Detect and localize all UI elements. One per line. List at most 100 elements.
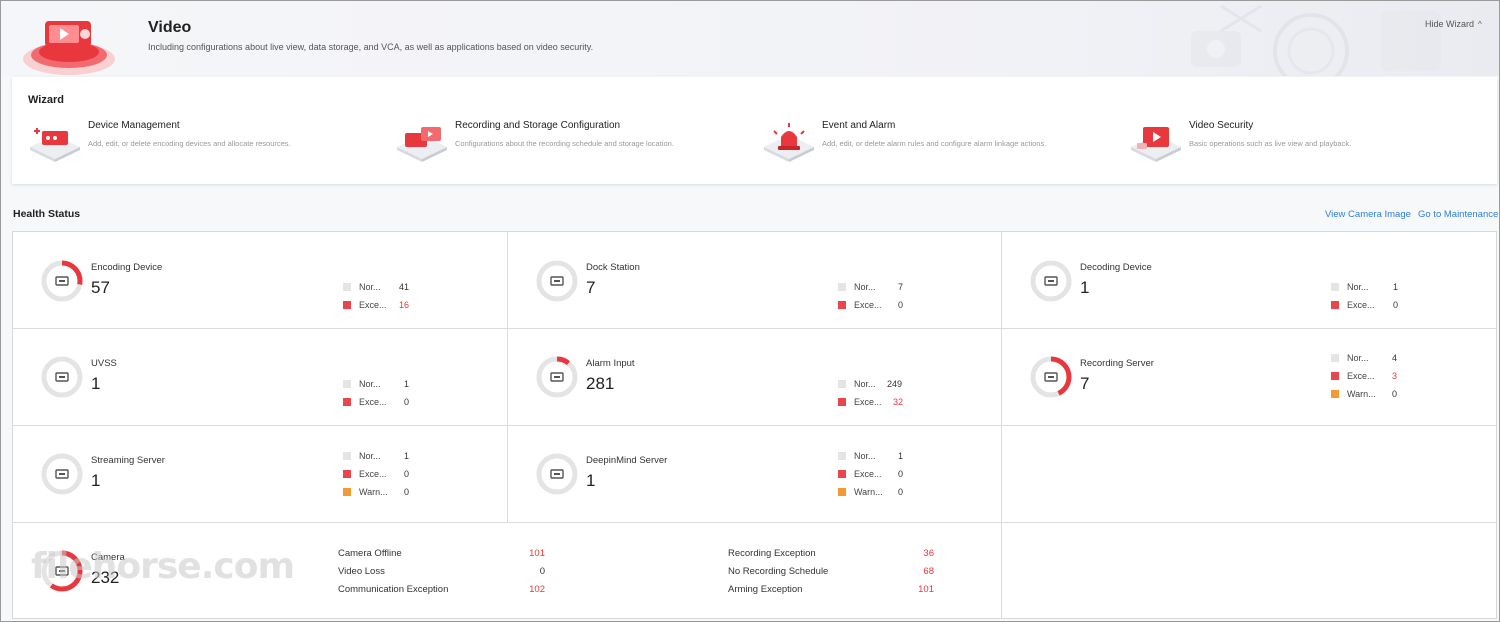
normal-swatch xyxy=(838,283,846,291)
normal-value: 249 xyxy=(887,379,903,389)
health-cell-uvss[interactable]: UVSS 1 Nor... 1 Exce... 0 xyxy=(13,329,508,426)
exception-swatch xyxy=(1331,301,1339,309)
chevron-up-icon: ^ xyxy=(1478,20,1482,29)
exception-value: 0 xyxy=(898,469,904,479)
exception-value: 16 xyxy=(399,300,410,310)
exception-swatch xyxy=(343,470,351,478)
arming-exception-value[interactable]: 101 xyxy=(894,584,934,595)
exception-swatch xyxy=(838,398,846,406)
health-cell-streaming-server[interactable]: Streaming Server 1 Nor... 1 Exce... 0 Wa… xyxy=(13,426,508,523)
legend-exception: Exce... xyxy=(343,397,387,407)
health-cell-recording-server[interactable]: Recording Server 7 Nor... 4 Exce... 3 Wa… xyxy=(1002,329,1496,426)
page-title: Video xyxy=(148,19,192,36)
wizard-title: Wizard xyxy=(28,94,64,106)
go-to-maintenance-link[interactable]: Go to Maintenance xyxy=(1418,209,1498,220)
wizard-item-desc: Add, edit, or delete encoding devices an… xyxy=(88,139,291,148)
header-decoration xyxy=(1191,4,1441,76)
legend-exception-label: Exce... xyxy=(854,300,882,310)
exception-swatch xyxy=(343,398,351,406)
health-status-title: Health Status xyxy=(13,208,81,220)
legend-exception: Exce... xyxy=(838,300,882,310)
alarm-input-icon xyxy=(550,372,564,382)
warning-swatch xyxy=(343,488,351,496)
exception-value: 0 xyxy=(404,397,410,407)
legend-normal-label: Nor... xyxy=(1347,282,1369,292)
legend-warning: Warn... xyxy=(838,487,883,497)
wizard-item-name: Device Management xyxy=(88,120,180,131)
exception-swatch xyxy=(838,470,846,478)
legend-exception: Exce... xyxy=(838,397,882,407)
legend-exception-label: Exce... xyxy=(854,469,882,479)
streaming-server-icon xyxy=(55,469,69,479)
cell-count: 1 xyxy=(586,471,596,490)
no-recording-schedule-value[interactable]: 68 xyxy=(894,566,934,577)
health-cell-dock-station[interactable]: Dock Station 7 Nor... 7 Exce... 0 xyxy=(508,232,1002,329)
legend-normal-label: Nor... xyxy=(1347,353,1369,363)
exception-swatch xyxy=(343,301,351,309)
legend-warning: Warn... xyxy=(343,487,388,497)
exception-value: 32 xyxy=(893,397,904,407)
health-cell-encoding-device[interactable]: Encoding Device 57 Nor... 41 Exce... 16 xyxy=(13,232,508,329)
wizard-item-event-alarm[interactable]: Event and Alarm Add, edit, or delete ala… xyxy=(762,117,1092,167)
wizard-item-name: Recording and Storage Configuration xyxy=(455,120,621,131)
legend-normal: Nor... xyxy=(343,379,381,389)
decoder-icon xyxy=(1044,276,1058,286)
health-cell-decoding-device[interactable]: Decoding Device 1 Nor... 1 Exce... 0 xyxy=(1002,232,1496,329)
wizard-item-name: Event and Alarm xyxy=(822,120,896,131)
legend-normal-label: Nor... xyxy=(854,379,876,389)
view-camera-image-link[interactable]: View Camera Image xyxy=(1325,209,1411,220)
wizard-item-video-security[interactable]: Video Security Basic operations such as … xyxy=(1129,117,1459,167)
deepinmind-server-ring xyxy=(536,453,578,495)
health-cell-deepinmind-server[interactable]: DeepinMind Server 1 Nor... 1 Exce... 0 W… xyxy=(508,426,1002,523)
normal-value: 1 xyxy=(898,451,904,461)
wizard-item-desc: Configurations about the recording sched… xyxy=(455,139,674,148)
legend-warning-label: Warn... xyxy=(359,487,388,497)
page-subtitle: Including configurations about live view… xyxy=(148,42,594,52)
normal-value: 1 xyxy=(404,451,410,461)
hide-wizard-button[interactable]: Hide Wizard ^ xyxy=(1425,19,1482,29)
legend-exception-label: Exce... xyxy=(854,397,882,407)
legend-normal-label: Nor... xyxy=(359,451,381,461)
normal-value: 4 xyxy=(1392,353,1398,363)
recording-server-ring xyxy=(1030,356,1072,398)
health-cell-alarm-input[interactable]: Alarm Input 281 Nor... 249 Exce... 32 xyxy=(508,329,1002,426)
app-window: Video Including configurations about liv… xyxy=(0,0,1500,622)
normal-swatch xyxy=(1331,283,1339,291)
dock-station-ring xyxy=(536,260,578,302)
encoding-device-ring xyxy=(41,260,83,302)
cell-name: Decoding Device xyxy=(1080,262,1152,273)
health-cell-empty xyxy=(1002,523,1496,618)
no-recording-schedule-label: No Recording Schedule xyxy=(728,566,829,577)
normal-value: 7 xyxy=(898,282,904,292)
cell-name: Dock Station xyxy=(586,262,640,273)
exception-value: 0 xyxy=(1393,300,1399,310)
warning-swatch xyxy=(838,488,846,496)
video-loss-value: 0 xyxy=(539,566,545,577)
cell-count: 7 xyxy=(1080,374,1090,393)
video-loss-label: Video Loss xyxy=(338,566,385,577)
exception-value: 0 xyxy=(404,469,410,479)
wizard-item-recording-storage[interactable]: Recording and Storage Configuration Conf… xyxy=(395,117,725,167)
warning-value: 0 xyxy=(898,487,904,497)
legend-normal: Nor... xyxy=(838,451,876,461)
recording-exception-value[interactable]: 36 xyxy=(894,548,934,559)
exception-swatch xyxy=(1331,372,1339,380)
warning-value: 0 xyxy=(404,487,410,497)
camera-offline-value[interactable]: 101 xyxy=(505,548,545,559)
normal-value: 1 xyxy=(1393,282,1399,292)
legend-exception: Exce... xyxy=(1331,300,1375,310)
uvss-ring xyxy=(41,356,83,398)
communication-exception-value[interactable]: 102 xyxy=(505,584,545,595)
recording-server-icon xyxy=(1044,372,1058,382)
exception-value: 3 xyxy=(1392,371,1398,381)
normal-swatch xyxy=(343,283,351,291)
wizard-item-device-management[interactable]: Device Management Add, edit, or delete e… xyxy=(28,117,358,167)
alarm-siren-icon xyxy=(764,123,814,162)
camera-offline-label: Camera Offline xyxy=(338,548,402,559)
legend-normal: Nor... xyxy=(838,379,876,389)
cell-count: 281 xyxy=(586,374,615,393)
normal-value: 41 xyxy=(399,282,410,292)
exception-swatch xyxy=(838,301,846,309)
recording-storage-icon xyxy=(397,127,447,162)
cell-count: 57 xyxy=(91,278,110,297)
